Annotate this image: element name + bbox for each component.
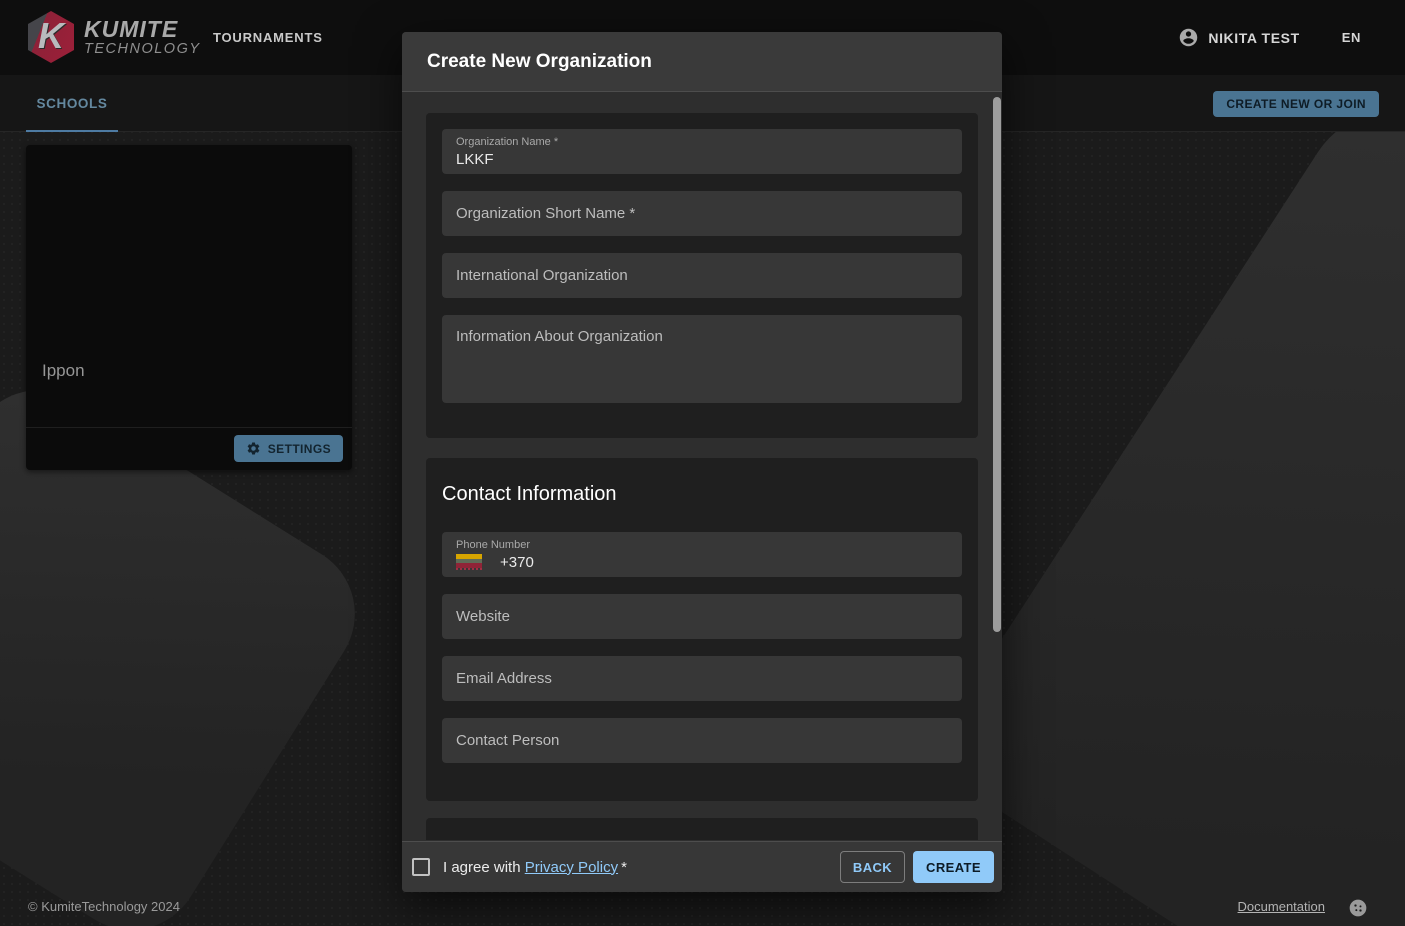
dialog-title: Create New Organization: [427, 32, 652, 91]
card-divider: [26, 427, 352, 428]
contact-information-heading: Contact Information: [442, 483, 962, 506]
tab-schools[interactable]: SCHOOLS: [26, 75, 118, 131]
school-card-ippon[interactable]: Ippon SETTINGS: [26, 145, 352, 470]
brand-name: KUMITE: [84, 17, 201, 41]
privacy-policy-link[interactable]: Privacy Policy: [525, 859, 618, 876]
app-root: K KUMITE TECHNOLOGY TOURNAMENTS NIKITA T…: [0, 0, 1405, 926]
brand-subtitle: TECHNOLOGY: [84, 41, 201, 57]
phone-number-label: Phone Number: [456, 539, 530, 551]
contact-information-section: Contact Information Phone Number +370 We…: [426, 458, 978, 801]
privacy-agree-text: I agree with Privacy Policy*: [443, 859, 627, 876]
user-menu[interactable]: NIKITA TEST: [1208, 30, 1299, 46]
school-settings-button[interactable]: SETTINGS: [234, 435, 343, 462]
nav-item-tournaments[interactable]: TOURNAMENTS: [213, 30, 323, 45]
organization-name-field[interactable]: Organization Name * LKKF: [442, 129, 962, 174]
brand-logo[interactable]: K KUMITE TECHNOLOGY: [28, 11, 201, 63]
school-card-title: Ippon: [42, 361, 85, 381]
dialog-scrollbar[interactable]: [993, 97, 1001, 632]
kumite-hexagon-logo-icon: K: [28, 11, 74, 63]
contact-person-field[interactable]: Contact Person: [442, 718, 962, 763]
organization-name-value: LKKF: [456, 151, 494, 168]
information-about-organization-field[interactable]: Information About Organization: [442, 315, 962, 403]
email-address-field[interactable]: Email Address: [442, 656, 962, 701]
dialog-footer: I agree with Privacy Policy* BACK CREATE: [402, 841, 1002, 892]
active-tab-indicator: [26, 130, 118, 132]
organization-section: Organization Name * LKKF Organization Sh…: [426, 113, 978, 438]
documentation-link[interactable]: Documentation: [1238, 899, 1325, 914]
back-button[interactable]: BACK: [840, 851, 905, 883]
phone-number-value: +370: [500, 554, 534, 571]
copyright-text: © KumiteTechnology 2024: [28, 899, 180, 914]
organization-short-name-field[interactable]: Organization Short Name *: [442, 191, 962, 236]
gear-icon: [246, 441, 261, 456]
website-field[interactable]: Website: [442, 594, 962, 639]
required-asterisk: *: [621, 859, 627, 876]
privacy-agree-checkbox[interactable]: [412, 858, 430, 876]
cookie-icon[interactable]: [1348, 898, 1368, 918]
create-organization-dialog: Create New Organization Organization Nam…: [402, 32, 1002, 892]
language-selector[interactable]: EN: [1342, 30, 1361, 45]
organization-name-label: Organization Name *: [456, 136, 558, 148]
dialog-header: Create New Organization: [402, 32, 1002, 92]
lithuania-flag-icon[interactable]: [456, 554, 482, 570]
next-section-partial: [426, 818, 978, 840]
dialog-body: Organization Name * LKKF Organization Sh…: [402, 93, 1002, 840]
phone-number-field[interactable]: Phone Number +370: [442, 532, 962, 577]
international-organization-field[interactable]: International Organization: [442, 253, 962, 298]
account-circle-icon: [1178, 27, 1199, 48]
create-new-or-join-button[interactable]: CREATE NEW OR JOIN: [1213, 91, 1379, 117]
settings-label: SETTINGS: [268, 442, 331, 456]
create-button[interactable]: CREATE: [913, 851, 994, 883]
